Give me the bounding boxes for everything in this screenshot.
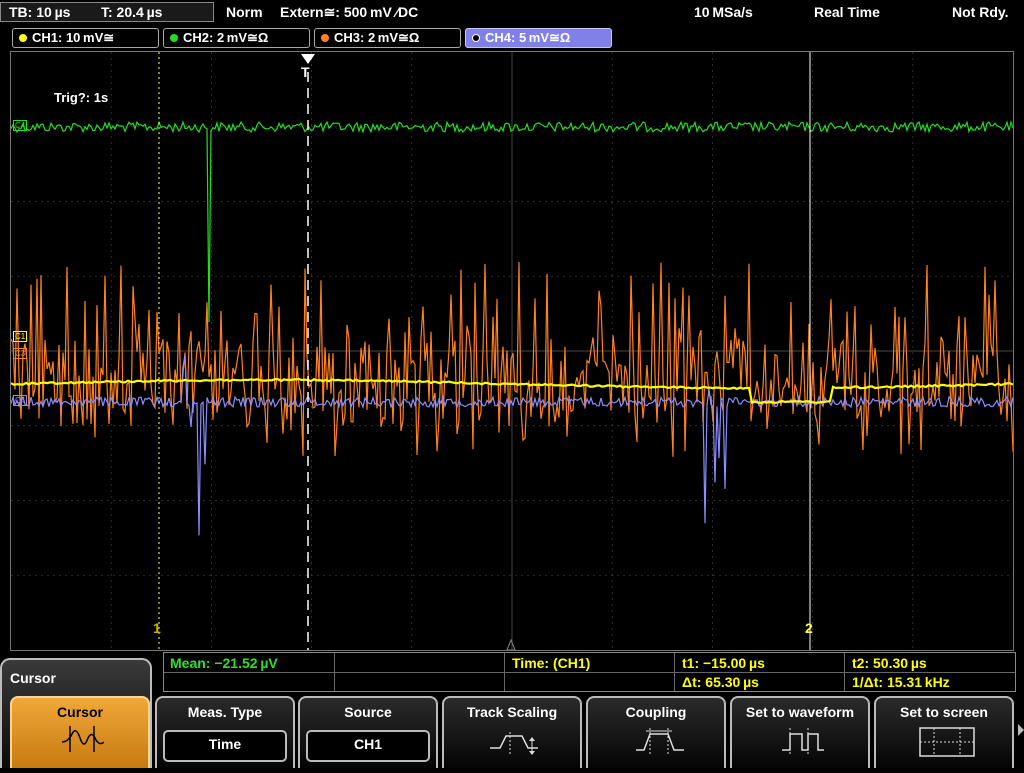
trigger-time-value: T: 20.4 µs <box>101 4 163 20</box>
cursor-waveform-icon <box>61 726 104 752</box>
channel-tab-ch2[interactable]: CH2: 2 mV≅Ω <box>163 28 310 48</box>
timebase-box[interactable]: TB: 10 µs T: 20.4 µs <box>0 2 214 22</box>
ch3-ground-marker[interactable]: C3 <box>13 348 28 359</box>
waveform-display[interactable]: Trig?: 1s T 1 2 C4 C1 C3 C4 <box>10 51 1014 651</box>
acquisition-mode: Real Time <box>814 4 880 20</box>
ch3-label: CH3: 2 mV≅Ω <box>334 30 420 45</box>
softkey-set-to-screen-label: Set to screen <box>900 704 988 720</box>
track-scaling-icon <box>490 732 538 755</box>
sample-rate: 10 MSa/s <box>694 4 753 20</box>
ch4-color-icon <box>472 34 480 42</box>
channel-tab-ch1[interactable]: CH1: 10 mV≅ <box>12 28 159 48</box>
menu-title: Cursor <box>10 670 56 686</box>
coupling-icon <box>636 728 684 754</box>
channel-tab-ch3[interactable]: CH3: 2 mV≅Ω <box>314 28 461 48</box>
set-to-waveform-icon <box>782 728 824 756</box>
mean-measurement: Mean: −21.52 µV <box>170 655 278 671</box>
softkey-source-label: Source <box>344 704 392 720</box>
measurement-panel: Mean: −21.52 µV Time: (CH1) t1: −15.00 µ… <box>163 652 1016 692</box>
cursor-1-label[interactable]: 1 <box>153 620 161 636</box>
cursor-delta-t-readout: Δt: 65.30 µs <box>682 674 759 690</box>
trigger-position-icon <box>301 54 315 64</box>
cursor-t2-readout: t2: 50.30 µs <box>852 655 927 671</box>
cursor-t1-readout: t1: −15.00 µs <box>682 655 765 671</box>
softkey-track-scaling-label: Track Scaling <box>466 704 558 720</box>
softkey-cursor[interactable]: Cursor <box>10 696 150 768</box>
ch1-label: CH1: 10 mV≅ <box>32 30 115 45</box>
ch2-label: CH2: 2 mV≅Ω <box>183 30 269 45</box>
ch1-color-icon <box>19 34 27 42</box>
softkey-meas-type-label: Meas. Type <box>187 704 263 720</box>
source-value: CH1 <box>306 730 430 762</box>
softkey-source[interactable]: Source CH1 <box>298 696 438 768</box>
status-bar: TB: 10 µs T: 20.4 µs Norm Extern≅: 500 m… <box>0 0 1024 24</box>
softkey-set-to-screen[interactable]: Set to screen <box>874 696 1014 768</box>
softkey-coupling-label: Coupling <box>625 704 687 720</box>
softkey-cursor-label: Cursor <box>57 704 103 720</box>
trigger-status: Trig?: 1s <box>54 90 109 105</box>
center-marker-icon <box>506 638 516 650</box>
softkey-set-to-waveform[interactable]: Set to waveform <box>730 696 870 768</box>
menu-scroll-indicator <box>1018 696 1024 768</box>
ch2-ground-marker[interactable]: C4 <box>13 120 28 131</box>
ch3-color-icon <box>321 34 329 42</box>
waveform-svg <box>11 52 1013 650</box>
trigger-source[interactable]: Extern≅: 500 mV ∕DC <box>280 3 418 21</box>
timebase-value: TB: 10 µs <box>9 4 71 20</box>
set-to-screen-icon <box>919 727 975 757</box>
trigger-marker-label: T <box>301 64 310 80</box>
cursor-2-label[interactable]: 2 <box>805 620 813 636</box>
channel-tab-ch4[interactable]: CH4: 5 mV≅Ω <box>465 28 612 48</box>
ch1-ground-marker[interactable]: C1 <box>13 331 28 342</box>
softkey-meas-type[interactable]: Meas. Type Time <box>155 696 295 768</box>
acquisition-state: Not Rdy. <box>952 4 1009 20</box>
meas-type-value: Time <box>163 730 287 762</box>
ch4-ground-marker[interactable]: C4 <box>13 395 28 406</box>
softkey-set-to-waveform-label: Set to waveform <box>745 704 855 720</box>
cursor-inverse-delta-t-readout: 1/Δt: 15.31 kHz <box>852 674 950 690</box>
grid-lines <box>11 52 1013 650</box>
softkey-coupling[interactable]: Coupling <box>586 696 726 768</box>
ch4-label: CH4: 5 mV≅Ω <box>485 30 571 45</box>
ch2-color-icon <box>170 34 178 42</box>
softkey-track-scaling[interactable]: Track Scaling <box>442 696 582 768</box>
cursor-type-readout: Time: (CH1) <box>512 655 591 671</box>
trigger-mode[interactable]: Norm <box>226 3 263 21</box>
